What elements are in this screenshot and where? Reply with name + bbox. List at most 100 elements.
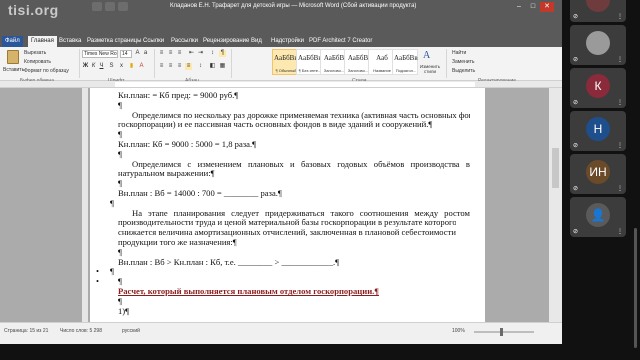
close-icon[interactable]: ✕	[540, 2, 554, 12]
zoom-level[interactable]: 100%	[452, 328, 465, 334]
document-line[interactable]: ¶	[118, 247, 122, 257]
increase-indent-icon[interactable]: ⇥	[197, 50, 204, 57]
font-size-box[interactable]: 14	[120, 50, 132, 58]
tab-3[interactable]: Разметка страницы	[84, 36, 144, 47]
numbering-icon[interactable]: ≡	[167, 50, 174, 57]
tab-9[interactable]: PDF Architect 7 Creator	[306, 36, 375, 47]
style-3[interactable]: АаБбВ Заголово...	[344, 49, 370, 75]
save-icon[interactable]	[92, 2, 102, 11]
participant-tile[interactable]: Н ⊘ ⋮	[570, 111, 626, 151]
document-line[interactable]: ¶	[118, 296, 122, 306]
zoom-slider-thumb[interactable]	[500, 328, 503, 336]
style-5[interactable]: АаБбВвІ Подзагол...	[392, 49, 418, 75]
tab-0[interactable]: Файл	[2, 36, 23, 47]
document-line[interactable]: снижается величина амортизационных отчис…	[118, 227, 456, 237]
style-4[interactable]: Ааб Название	[368, 49, 394, 75]
document-line[interactable]: Кн.план: = Кб пред: = 9000 руб.¶	[118, 90, 238, 100]
italic-icon[interactable]: К	[90, 63, 97, 70]
tab-8[interactable]: Надстройки	[268, 36, 307, 47]
font-color-icon[interactable]: A	[138, 63, 145, 70]
select-button[interactable]: Выделить	[452, 68, 475, 74]
align-right-icon[interactable]: ≡	[176, 63, 183, 70]
tab-1[interactable]: Главная	[28, 36, 57, 47]
undo-icon[interactable]	[105, 2, 115, 11]
document-page[interactable]: Кн.план: = Кб пред: = 9000 руб.¶ ¶ Определ…	[90, 88, 485, 322]
more-icon[interactable]: ⋮	[617, 228, 623, 235]
tab-6[interactable]: Рецензирование	[200, 36, 252, 47]
format-painter-button[interactable]: Формат по образцу	[24, 68, 69, 74]
document-line[interactable]: Кн.план: Кб = 9000 : 5000 = 1,8 раза.¶	[118, 139, 256, 149]
document-line[interactable]: ¶	[118, 149, 122, 159]
document-line[interactable]: ¶	[118, 276, 122, 286]
copy-button[interactable]: Копировать	[24, 59, 51, 65]
word-count[interactable]: Число слов: 5 298	[60, 328, 102, 334]
bold-icon[interactable]: Ж	[82, 63, 89, 70]
more-icon[interactable]: ⋮	[617, 13, 623, 20]
participant-tile[interactable]: К ⊘ ⋮	[570, 68, 626, 108]
document-line[interactable]: Определимся с изменением плановых и базо…	[132, 159, 470, 169]
shading-icon[interactable]: ◧	[209, 63, 216, 70]
underline-icon[interactable]: Ч	[98, 63, 105, 70]
zoom-slider[interactable]	[474, 331, 534, 333]
document-line[interactable]: Вн.план : Вб = 14000 : 700 = ________ ра…	[118, 188, 282, 198]
document-line[interactable]: ¶	[118, 100, 122, 110]
change-styles-button[interactable]: A Изменить стили	[418, 49, 442, 76]
align-center-icon[interactable]: ≡	[167, 63, 174, 70]
participant-tile[interactable]: ИН ⊘ ⋮	[570, 154, 626, 194]
more-icon[interactable]: ⋮	[617, 142, 623, 149]
minimize-icon[interactable]: –	[512, 2, 526, 12]
more-icon[interactable]: ⋮	[617, 99, 623, 106]
document-line[interactable]: 1)¶	[118, 306, 129, 316]
find-button[interactable]: Найти	[452, 50, 466, 56]
sort-icon[interactable]: ↕	[209, 50, 216, 57]
tab-7[interactable]: Вид	[248, 36, 265, 47]
grow-font-icon[interactable]: A	[134, 50, 141, 57]
participants-scrollbar[interactable]	[634, 228, 637, 348]
document-line[interactable]: продукции того же назначения:¶	[118, 237, 237, 247]
bullets-icon[interactable]: ≡	[158, 50, 165, 57]
replace-button[interactable]: Заменить	[452, 59, 474, 65]
style-2[interactable]: АаБбВ Заголово...	[320, 49, 346, 75]
strikethrough-icon[interactable]: S	[108, 63, 115, 70]
participant-tile[interactable]: ⊘ ⋮	[570, 0, 626, 22]
more-icon[interactable]: ⋮	[617, 56, 623, 63]
paste-button[interactable]: Вставить	[3, 49, 24, 75]
participant-tile[interactable]: ⊘ ⋮	[570, 25, 626, 65]
cut-button[interactable]: Вырезать	[24, 50, 46, 56]
document-line[interactable]: ¶	[118, 178, 122, 188]
multilevel-list-icon[interactable]: ≡	[176, 50, 183, 57]
page-indicator[interactable]: Страница: 15 из 21	[4, 328, 48, 334]
document-line[interactable]: ¶	[110, 266, 114, 276]
style-0[interactable]: АаБбВвГ¶ Обычный	[272, 49, 298, 75]
subscript-icon[interactable]: x	[118, 63, 125, 70]
language-indicator[interactable]: русский	[122, 328, 140, 334]
align-left-icon[interactable]: ≡	[158, 63, 165, 70]
line-spacing-icon[interactable]: ↕	[197, 63, 204, 70]
maximize-icon[interactable]: □	[526, 2, 540, 12]
font-name-box[interactable]: Times New Ro	[82, 50, 118, 58]
borders-icon[interactable]: ▦	[219, 63, 226, 70]
document-line[interactable]: На этапе планирования следует придержива…	[132, 208, 470, 218]
tab-2[interactable]: Вставка	[56, 36, 84, 47]
tab-5[interactable]: Рассылки	[168, 36, 201, 47]
document-line[interactable]: Вн.план : Вб > Кн.план : Кб, т.е. ______…	[118, 257, 339, 267]
scrollbar-thumb[interactable]	[552, 148, 559, 188]
redo-icon[interactable]	[118, 2, 128, 11]
decrease-indent-icon[interactable]: ⇤	[188, 50, 195, 57]
horizontal-ruler[interactable]	[0, 81, 562, 88]
participant-tile[interactable]: 👤 ⊘ ⋮	[570, 197, 626, 237]
document-line[interactable]: госкорпорации) и ее пассивная часть осно…	[118, 119, 432, 129]
document-line[interactable]: Расчет, который выполняется плановым отд…	[118, 286, 379, 296]
tab-4[interactable]: Ссылки	[140, 36, 167, 47]
document-area[interactable]: Кн.план: = Кб пред: = 9000 руб.¶ ¶ Определ…	[0, 88, 562, 322]
document-line[interactable]: натуральном выражении:¶	[118, 168, 215, 178]
document-line[interactable]: Определимся по нескольку раз дорожке при…	[132, 110, 470, 120]
vertical-scrollbar[interactable]	[549, 88, 562, 322]
more-icon[interactable]: ⋮	[617, 185, 623, 192]
shrink-font-icon[interactable]: a	[142, 50, 149, 57]
show-marks-icon[interactable]: ¶	[219, 50, 226, 57]
style-1[interactable]: АаБбВвГ¶ Без инте...	[296, 49, 322, 75]
document-line[interactable]: ¶	[110, 198, 114, 208]
document-line[interactable]: производительности труда и ценой материа…	[118, 217, 456, 227]
justify-icon[interactable]: ≡	[185, 63, 192, 70]
